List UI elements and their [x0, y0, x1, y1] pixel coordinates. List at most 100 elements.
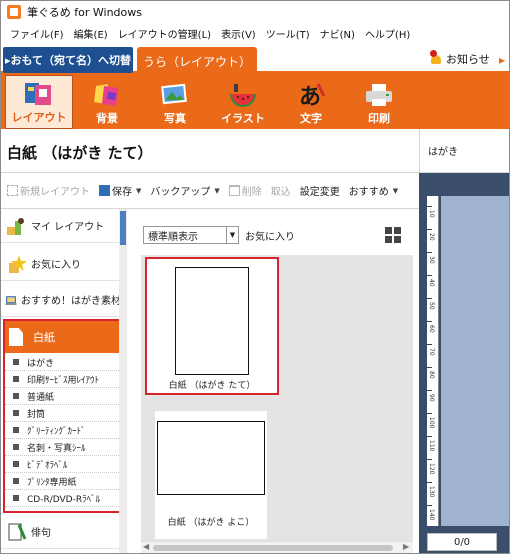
menu-help[interactable]: ヘルプ(H) [360, 26, 415, 41]
sidebar-item-my-layout[interactable]: マイ レイアウト [1, 209, 121, 243]
chevron-down-icon: ▼ [136, 186, 142, 195]
grid-view-icon[interactable] [385, 227, 401, 243]
menu-navi[interactable]: ナビ(N) [315, 26, 360, 41]
ruler-label: 140 [428, 509, 435, 521]
sub-item-label: CD-R/DVD-Rﾗﾍﾞﾙ [27, 494, 101, 505]
sub-item-plain-paper[interactable]: 普通紙 [5, 388, 123, 405]
category-illustration[interactable]: イラスト [209, 75, 277, 129]
menu-bar: ファイル(F) 編集(E) レイアウトの管理(L) 表示(V) ツール(T) ナ… [1, 23, 509, 43]
chevron-down-icon: ▼ [226, 227, 238, 243]
trash-icon [228, 185, 240, 196]
delete-button[interactable]: 削除 [228, 183, 262, 198]
app-window: 筆ぐるめ for Windows ファイル(F) 編集(E) レイアウトの管理(… [0, 0, 510, 554]
clipped-toolbar-icon[interactable]: ▸ [499, 53, 509, 67]
vertical-ruler: 10 20 30 40 50 60 70 80 90 100 110 120 1… [427, 196, 439, 526]
photo-icon [161, 83, 187, 105]
sidebar-scroll-thumb[interactable] [120, 211, 126, 245]
menu-edit[interactable]: 編集(E) [69, 26, 113, 41]
switch-to-front-button[interactable]: ▸おもて（宛て名）へ切替 [3, 47, 133, 73]
sort-order-value: 標準順表示 [148, 231, 198, 243]
new-layout-button[interactable]: 新規レイアウト [7, 183, 90, 198]
category-background[interactable]: 背景 [73, 75, 141, 129]
scroll-right-icon[interactable]: ▶ [403, 542, 409, 551]
favorites-filter[interactable]: お気に入り [245, 228, 295, 243]
ruler-label: 40 [428, 279, 435, 287]
sidebar-item-recommended[interactable]: おすすめ！はがき素材 [1, 283, 121, 317]
sidebar-item-favorites[interactable]: お気に入り [1, 247, 121, 281]
scroll-left-icon[interactable]: ◀ [143, 542, 149, 551]
sub-item-printer-paper[interactable]: ﾌﾟﾘﾝﾀ専用紙 [5, 473, 123, 490]
my-layout-icon [7, 217, 24, 235]
blank-portrait-thumbnail [175, 267, 249, 375]
layout-gallery: 白紙 （はがき たて） 白紙 （はがき よこ） [141, 255, 413, 541]
menu-file[interactable]: ファイル(F) [5, 26, 69, 41]
sub-item-hagaki[interactable]: はがき [5, 354, 123, 371]
sub-item-business-card[interactable]: 名刺・写真ｼｰﾙ [5, 439, 123, 456]
menu-tools[interactable]: ツール(T) [261, 26, 315, 41]
bullet-icon [13, 444, 19, 450]
category-text[interactable]: あ 文字 [277, 75, 345, 129]
sort-order-select[interactable]: 標準順表示 ▼ [143, 226, 239, 244]
recommended-materials-icon [5, 295, 17, 305]
gallery-horizontal-scrollbar[interactable]: ◀ ▶ [141, 541, 413, 553]
sidebar-item-blank[interactable]: 白紙 [5, 321, 123, 353]
preview-canvas[interactable] [441, 196, 509, 526]
ruler-label: 70 [428, 348, 435, 356]
sidebar-scrollbar[interactable] [119, 209, 127, 553]
new-layout-label: 新規レイアウト [20, 187, 90, 198]
page-counter: 0/0 [427, 533, 497, 551]
ruler-label: 30 [428, 256, 435, 264]
sidebar-item-haiku[interactable]: 俳句 [1, 515, 121, 549]
text-icon: あ [299, 83, 326, 108]
category-label: イラスト [221, 112, 265, 125]
bullet-icon [13, 359, 19, 365]
menu-layout-manage[interactable]: レイアウトの管理(L) [113, 26, 216, 41]
category-label: レイアウト [11, 111, 67, 124]
sub-item-cd-dvd-label[interactable]: CD-R/DVD-Rﾗﾍﾞﾙ [5, 490, 123, 507]
sub-item-print-service[interactable]: 印刷ｻｰﾋﾞｽ用ﾚｲｱｳﾄ [5, 371, 123, 388]
category-print[interactable]: 印刷 [345, 75, 413, 129]
category-photo[interactable]: 写真 [141, 75, 209, 129]
blank-category-group: 白紙 はがき 印刷ｻｰﾋﾞｽ用ﾚｲｱｳﾄ 普通紙 封筒 ｸﾞﾘｰﾃｨﾝｸﾞｶｰﾄ… [3, 319, 125, 513]
ruler-label: 120 [428, 463, 435, 475]
backup-label: バックアップ [150, 187, 211, 198]
sub-item-label: ｸﾞﾘｰﾃｨﾝｸﾞｶｰﾄﾞ [27, 426, 86, 437]
sub-item-video-label[interactable]: ﾋﾞﾃﾞｵﾗﾍﾞﾙ [5, 456, 123, 473]
tab-back-layout[interactable]: うら（レイアウト） [137, 47, 257, 75]
haiku-icon [8, 523, 27, 540]
ruler-label: 130 [428, 486, 435, 498]
layout-sidebar: マイ レイアウト お気に入り おすすめ！はがき素材 白紙 はがき 印刷ｻｰﾋﾞｽ… [1, 209, 127, 553]
layout-card-caption: 白紙 （はがき たて） [168, 381, 256, 391]
chevron-down-icon: ▼ [214, 186, 220, 195]
bullet-icon [13, 495, 19, 501]
page-header: 白紙 （はがき たて） [1, 129, 419, 173]
recommend-button[interactable]: おすすめ ▼ [349, 183, 398, 199]
save-label: 保存 [112, 187, 132, 198]
gallery-scroll-thumb[interactable] [153, 545, 393, 551]
sub-item-label: 封筒 [27, 409, 46, 420]
layout-card-portrait[interactable]: 白紙 （はがき たて） [145, 257, 279, 395]
import-button[interactable]: 取込 [271, 183, 291, 198]
sidebar-item-label: おすすめ！はがき素材 [21, 296, 121, 307]
sub-item-greeting-card[interactable]: ｸﾞﾘｰﾃｨﾝｸﾞｶｰﾄﾞ [5, 422, 123, 439]
save-button[interactable]: 保存 ▼ [99, 183, 141, 198]
sub-item-envelope[interactable]: 封筒 [5, 405, 123, 422]
preview-header: はがき [419, 129, 509, 173]
sub-item-label: ﾋﾞﾃﾞｵﾗﾍﾞﾙ [27, 460, 68, 471]
layout-card-landscape[interactable]: 白紙 （はがき よこ） [155, 411, 267, 539]
print-icon [366, 84, 392, 106]
notice-button[interactable]: お知らせ [429, 50, 490, 67]
settings-change-button[interactable]: 設定変更 [300, 183, 340, 198]
menu-view[interactable]: 表示(V) [216, 26, 261, 41]
category-layout[interactable]: レイアウト [5, 75, 73, 129]
backup-button[interactable]: バックアップ ▼ [150, 183, 220, 199]
star-icon [9, 254, 27, 273]
layout-card-caption: 白紙 （はがき よこ） [167, 518, 255, 528]
bullet-icon [13, 478, 19, 484]
blank-landscape-thumbnail [157, 421, 265, 495]
save-icon [99, 185, 110, 196]
bullet-icon [13, 427, 19, 433]
sidebar-item-label: お気に入り [31, 260, 81, 271]
notice-label: お知らせ [446, 53, 490, 66]
bullet-icon [13, 410, 19, 416]
